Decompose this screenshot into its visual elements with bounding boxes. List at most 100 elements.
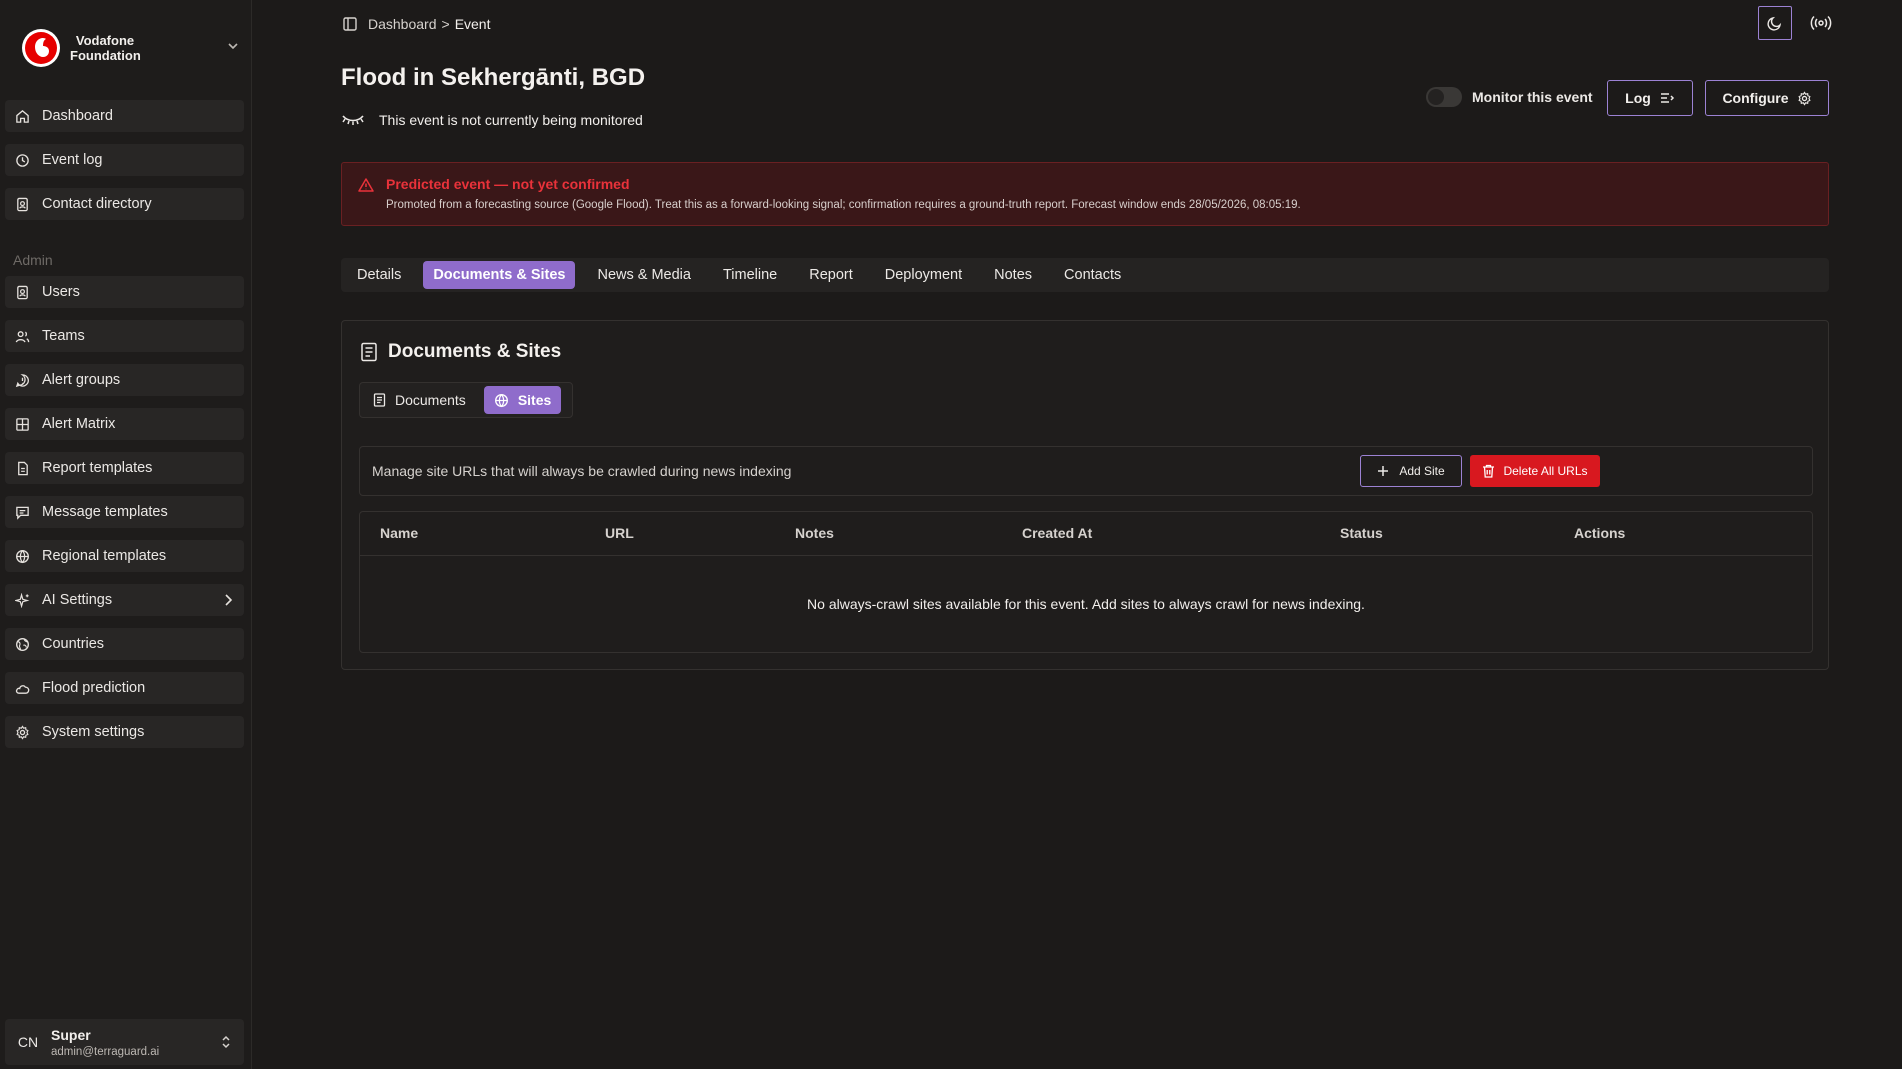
nav-item-alert-matrix[interactable]: Alert Matrix xyxy=(5,408,244,440)
monitor-toggle: Monitor this event xyxy=(1426,87,1593,107)
cloud-icon xyxy=(14,680,30,696)
nav-item-system-settings[interactable]: System settings xyxy=(5,716,244,748)
delete-all-urls-button[interactable]: Delete All URLs xyxy=(1470,455,1600,487)
document-icon xyxy=(360,342,378,362)
tab-documents-sites[interactable]: Documents & Sites xyxy=(423,261,576,289)
nav-item-alert-groups[interactable]: Alert groups xyxy=(5,364,244,396)
message-icon xyxy=(14,504,30,520)
nav-item-dashboard[interactable]: Dashboard xyxy=(5,100,244,132)
plus-icon xyxy=(1377,465,1399,477)
monitor-status-text: This event is not currently being monito… xyxy=(379,112,643,128)
delete-all-urls-label: Delete All URLs xyxy=(1503,464,1588,478)
users-icon xyxy=(14,284,30,300)
contacts-icon xyxy=(14,196,30,212)
sparkles-icon xyxy=(14,592,30,608)
nav-label: Contact directory xyxy=(42,196,152,212)
alert-text: Promoted from a forecasting source (Goog… xyxy=(386,199,1301,211)
table-empty-message: No always-crawl sites available for this… xyxy=(807,596,1365,612)
user-email: admin@terraguard.ai xyxy=(51,1045,160,1058)
nav-item-event-log[interactable]: Event log xyxy=(5,144,244,176)
broadcast-icon xyxy=(1810,14,1832,32)
nav-item-regional-templates[interactable]: Regional templates xyxy=(5,540,244,572)
live-signal-button[interactable] xyxy=(1804,6,1838,40)
nav-item-users[interactable]: Users xyxy=(5,276,244,308)
moon-icon xyxy=(1767,15,1783,31)
column-header-actions: Actions xyxy=(1574,525,1626,541)
teams-icon xyxy=(14,328,30,344)
main-nav: Dashboard Event log Contact directory xyxy=(5,100,244,232)
column-header-status[interactable]: Status xyxy=(1340,525,1383,541)
avatar: CN xyxy=(17,1034,39,1050)
nav-item-report-templates[interactable]: Report templates xyxy=(5,452,244,484)
nav-label: AI Settings xyxy=(42,592,113,608)
sidebar-toggle-icon[interactable] xyxy=(342,16,358,32)
report-icon xyxy=(14,460,30,476)
nav-label: Alert Matrix xyxy=(42,416,116,432)
gear-icon xyxy=(1789,90,1812,106)
documents-sites-switch: Documents Sites xyxy=(359,382,573,418)
tab-report[interactable]: Report xyxy=(799,261,863,289)
theme-toggle-button[interactable] xyxy=(1758,6,1792,40)
nav-label: Countries xyxy=(42,636,105,652)
tab-deployment[interactable]: Deployment xyxy=(875,261,972,289)
table-header: Name URL Notes Created At Status Actions xyxy=(360,512,1812,556)
chevron-right-icon xyxy=(222,593,234,607)
nav-label: Event log xyxy=(42,152,103,168)
user-name: Super xyxy=(51,1026,91,1043)
org-switcher[interactable]: Vodafone Foundation xyxy=(22,28,240,68)
add-site-button[interactable]: Add Site xyxy=(1360,455,1462,487)
column-header-url[interactable]: URL xyxy=(605,525,634,541)
nav-label: Message templates xyxy=(42,504,168,520)
globe-icon xyxy=(14,548,30,564)
earth-icon xyxy=(14,636,30,652)
column-header-name[interactable]: Name xyxy=(380,525,418,541)
documents-sites-card: Documents & Sites Documents Sites Manage… xyxy=(341,320,1829,670)
nav-label: Flood prediction xyxy=(42,680,146,696)
nav-label: Users xyxy=(42,284,80,300)
user-menu[interactable]: CN Super admin@terraguard.ai xyxy=(5,1019,244,1065)
add-site-label: Add Site xyxy=(1399,464,1445,478)
page-title: Flood in Sekhergānti, BGD xyxy=(341,64,646,91)
globe-icon xyxy=(494,393,518,408)
document-icon xyxy=(373,393,395,407)
tab-timeline[interactable]: Timeline xyxy=(713,261,787,289)
breadcrumb-current: Event xyxy=(454,16,491,32)
tab-details[interactable]: Details xyxy=(347,261,411,289)
alert-title: Predicted event — not yet confirmed xyxy=(386,176,630,192)
tab-notes[interactable]: Notes xyxy=(984,261,1042,289)
nav-label: Dashboard xyxy=(42,108,113,124)
tab-contacts[interactable]: Contacts xyxy=(1054,261,1131,289)
warning-triangle-icon xyxy=(358,177,374,193)
list-filter-icon xyxy=(1651,91,1675,105)
card-title: Documents & Sites xyxy=(388,341,562,362)
trash-icon xyxy=(1482,464,1503,478)
alert-groups-icon xyxy=(14,372,30,388)
monitor-switch[interactable] xyxy=(1426,87,1462,107)
eye-off-icon xyxy=(341,113,379,127)
gear-icon xyxy=(14,724,30,740)
configure-button[interactable]: Configure xyxy=(1705,80,1829,116)
history-icon xyxy=(14,152,30,168)
predicted-event-alert: Predicted event — not yet confirmed Prom… xyxy=(341,162,1829,226)
segment-sites[interactable]: Sites xyxy=(483,386,562,414)
nav-item-contact-directory[interactable]: Contact directory xyxy=(5,188,244,220)
admin-nav: Users Teams Alert groups Alert Matrix Re… xyxy=(5,276,244,760)
nav-item-countries[interactable]: Countries xyxy=(5,628,244,660)
alert-matrix-icon xyxy=(14,416,30,432)
nav-item-teams[interactable]: Teams xyxy=(5,320,244,352)
tab-news-media[interactable]: News & Media xyxy=(587,261,700,289)
nav-item-ai-settings[interactable]: AI Settings xyxy=(5,584,244,616)
nav-item-message-templates[interactable]: Message templates xyxy=(5,496,244,528)
sites-table: Name URL Notes Created At Status Actions… xyxy=(359,511,1813,653)
breadcrumb: Dashboard > Event xyxy=(342,16,491,32)
sidebar: Vodafone Foundation Dashboard Event log … xyxy=(0,0,252,1069)
column-header-created-at[interactable]: Created At xyxy=(1022,525,1092,541)
monitor-toggle-label: Monitor this event xyxy=(1472,89,1593,105)
segment-documents[interactable]: Documents xyxy=(363,386,476,414)
card-header: Documents & Sites xyxy=(360,341,561,363)
column-header-notes[interactable]: Notes xyxy=(795,525,834,541)
nav-item-flood-prediction[interactable]: Flood prediction xyxy=(5,672,244,704)
log-button[interactable]: Log xyxy=(1607,80,1693,116)
breadcrumb-dashboard-link[interactable]: Dashboard xyxy=(368,16,437,32)
sites-toolbar: Manage site URLs that will always be cra… xyxy=(359,446,1813,496)
